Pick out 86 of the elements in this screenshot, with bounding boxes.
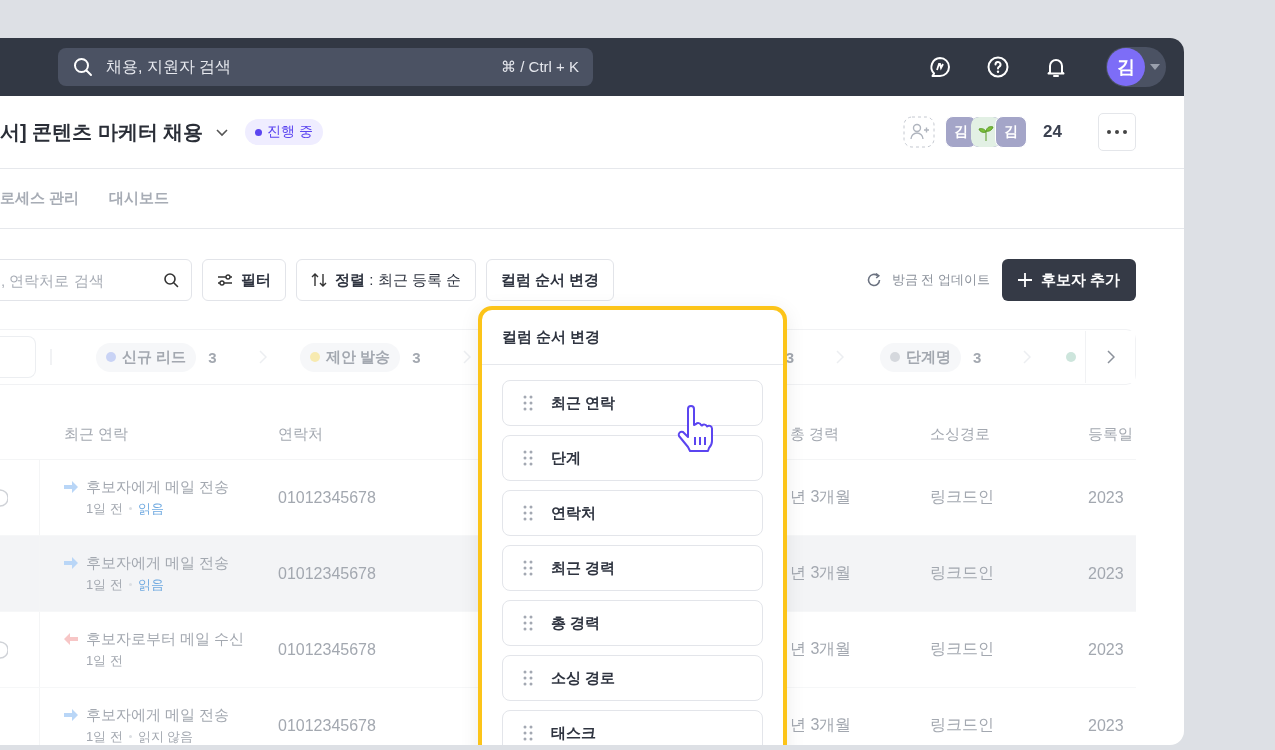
drag-handle-icon[interactable] [523, 615, 533, 631]
drag-handle-icon[interactable] [523, 670, 533, 686]
arrow-right-icon [64, 557, 78, 569]
member-count: 24 [1043, 122, 1062, 142]
table-cell-text: 년 3개월 [789, 715, 853, 735]
search-icon [163, 272, 179, 288]
column-item[interactable]: 소싱 경로 [502, 655, 763, 701]
column-item[interactable]: 총 경력 [502, 600, 763, 646]
more-button[interactable] [1098, 113, 1136, 151]
contact-time: 1일 전 [86, 575, 123, 594]
column-name: 총 경력 [551, 613, 601, 633]
arrow-right-icon [64, 481, 78, 493]
column-header: 연락처 [277, 424, 324, 444]
table-cell-text: 년 3개월 [789, 639, 853, 659]
column-header: 최근 연락 [63, 424, 130, 444]
refresh-icon[interactable] [865, 272, 882, 288]
column-item[interactable]: 연락처 [502, 490, 763, 536]
table-cell-text: 년 3개월 [789, 487, 853, 507]
user-avatar: 김 [1107, 48, 1145, 86]
contact-time: 1일 전 [86, 727, 123, 745]
chevron-right-icon [1106, 350, 1115, 364]
column-item[interactable]: 최근 경력 [502, 545, 763, 591]
table-cell-text: 링크드인 [929, 487, 995, 507]
contact-message: 후보자에게 메일 전송 [86, 477, 230, 497]
column-name: 연락처 [551, 503, 596, 523]
column-header: 총 경력 [789, 424, 841, 444]
candidate-search-field[interactable]: , 연락처로 검색 [0, 259, 192, 301]
status-badge: 진행 중 [245, 119, 324, 145]
table-cell-text: 링크드인 [929, 639, 995, 659]
table-cell-text: 2023 [1087, 488, 1125, 507]
help-icon[interactable] [986, 55, 1010, 79]
contact-message: 후보자에게 메일 전송 [86, 705, 230, 725]
shortcut-hint: ⌘ / Ctrl + K [501, 58, 579, 76]
column-name: 최근 연락 [551, 393, 616, 413]
arrow-left-icon [64, 633, 78, 645]
column-name: 단계 [551, 448, 581, 468]
arrow-right-icon [64, 709, 78, 721]
add-candidate-button[interactable]: 후보자 추가 [1001, 259, 1136, 301]
sort-arrows-icon [311, 273, 327, 287]
column-header: 소싱경로 [929, 424, 991, 444]
table-cell-text: 2023 [1087, 716, 1125, 735]
caret-icon [1150, 64, 1160, 70]
plus-icon [1017, 273, 1032, 287]
contact-time: 1일 전 [86, 499, 123, 518]
member-avatar: 김 [995, 116, 1028, 148]
column-item[interactable]: 태스크 [502, 710, 763, 745]
table-cell-text: 년 3개월 [789, 563, 853, 583]
search-icon [72, 56, 94, 78]
profile-menu-button[interactable]: 김 [1106, 47, 1166, 87]
popup-title: 컬럼 순서 변경 [482, 310, 783, 365]
drag-handle-icon[interactable] [523, 505, 533, 521]
column-header: 등록일 [1087, 424, 1134, 444]
chat-bubble-icon[interactable] [928, 55, 952, 79]
read-status: 읽음 [137, 575, 164, 594]
stage-count: 3 [412, 348, 421, 366]
contact-message: 후보자로부터 메일 수신 [86, 629, 245, 649]
contact-message: 후보자에게 메일 전송 [86, 553, 230, 573]
sliders-icon [217, 274, 233, 286]
more-icon [1107, 130, 1127, 134]
contact-time: 1일 전 [86, 651, 123, 670]
stage-count: 3 [973, 348, 982, 366]
table-cell-text: 2023 [1087, 564, 1125, 583]
filter-button[interactable]: 필터 [202, 259, 286, 301]
stage-count: 3 [785, 348, 794, 366]
drag-handle-icon[interactable] [523, 725, 533, 741]
update-status: 방금 전 업데이트 [891, 271, 990, 289]
table-cell-text: 2023 [1087, 640, 1125, 659]
column-order-button[interactable]: 컬럼 순서 변경 [485, 259, 615, 301]
table-cell-text: 링크드인 [929, 563, 995, 583]
column-name: 최근 경력 [551, 558, 616, 578]
table-cell-text: 01012345678 [277, 716, 377, 735]
drag-handle-icon[interactable] [523, 560, 533, 576]
sort-button[interactable]: 정렬 : 최근 등록 순 [296, 259, 476, 301]
column-name: 태스크 [551, 723, 596, 743]
read-status: 읽음 [137, 499, 164, 518]
table-cell-text: 01012345678 [277, 640, 377, 659]
table-cell-text: 01012345678 [277, 564, 377, 583]
drag-handle-icon[interactable] [523, 395, 533, 411]
drag-handle-icon[interactable] [523, 450, 533, 466]
stage-count: 3 [208, 348, 217, 366]
add-member-icon[interactable] [903, 116, 936, 148]
column-name: 소싱 경로 [551, 668, 616, 688]
page-title: 서] 콘텐츠 마케터 채용 [0, 119, 204, 145]
read-status: 읽지 않음 [137, 727, 194, 745]
table-cell-text: 01012345678 [277, 488, 377, 507]
table-cell-text: 링크드인 [929, 715, 995, 735]
